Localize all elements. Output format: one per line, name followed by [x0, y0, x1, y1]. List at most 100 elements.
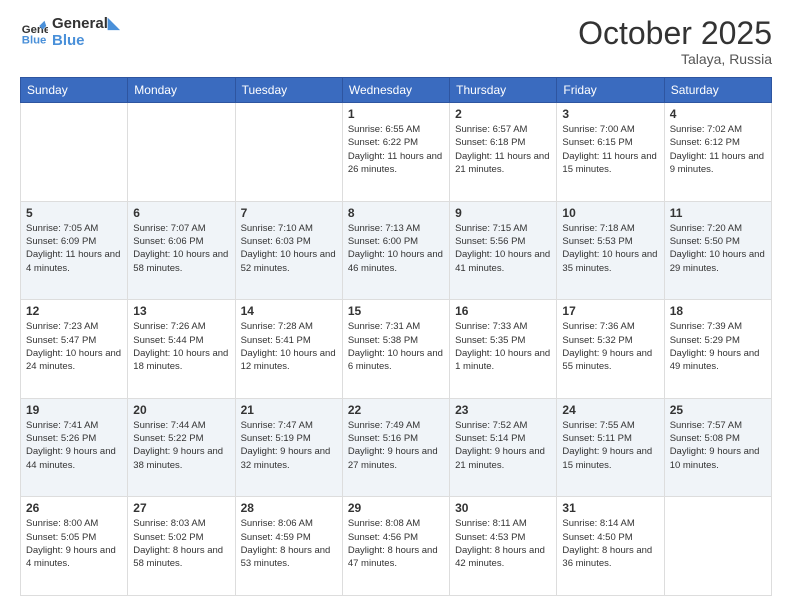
day-info: Sunrise: 8:00 AMSunset: 5:05 PMDaylight:…	[26, 517, 122, 570]
day-number: 10	[562, 206, 658, 220]
day-number: 25	[670, 403, 766, 417]
calendar-cell: 8 Sunrise: 7:13 AMSunset: 6:00 PMDaylight…	[342, 201, 449, 300]
day-number: 5	[26, 206, 122, 220]
day-number: 16	[455, 304, 551, 318]
day-info: Sunrise: 7:10 AMSunset: 6:03 PMDaylight:…	[241, 222, 337, 275]
day-info: Sunrise: 7:26 AMSunset: 5:44 PMDaylight:…	[133, 320, 229, 373]
calendar-cell	[21, 103, 128, 202]
calendar-cell: 4Sunrise: 7:02 AMSunset: 6:12 PMDaylight…	[664, 103, 771, 202]
day-number: 7	[241, 206, 337, 220]
calendar-cell: 12 Sunrise: 7:23 AMSunset: 5:47 PMDayligh…	[21, 300, 128, 399]
day-number: 22	[348, 403, 444, 417]
day-number: 2	[455, 107, 551, 121]
day-number: 24	[562, 403, 658, 417]
day-number: 26	[26, 501, 122, 515]
month-title: October 2025	[578, 16, 772, 51]
day-info: Sunrise: 7:52 AMSunset: 5:14 PMDaylight:…	[455, 419, 551, 472]
calendar-cell: 2 Sunrise: 6:57 AMSunset: 6:18 PMDaylight…	[450, 103, 557, 202]
day-info: Sunrise: 8:06 AMSunset: 4:59 PMDaylight:…	[241, 517, 337, 570]
day-number: 8	[348, 206, 444, 220]
weekday-header-row: SundayMondayTuesdayWednesdayThursdayFrid…	[21, 78, 772, 103]
day-info: Sunrise: 7:44 AMSunset: 5:22 PMDaylight:…	[133, 419, 229, 472]
day-info: Sunrise: 7:49 AMSunset: 5:16 PMDaylight:…	[348, 419, 444, 472]
calendar-page: General Blue General◣ Blue October 2025 …	[0, 0, 792, 612]
title-block: October 2025 Talaya, Russia	[578, 16, 772, 67]
weekday-header-monday: Monday	[128, 78, 235, 103]
day-info: Sunrise: 6:57 AMSunset: 6:18 PMDaylight:…	[455, 123, 551, 176]
weekday-header-friday: Friday	[557, 78, 664, 103]
calendar-cell: 7 Sunrise: 7:10 AMSunset: 6:03 PMDaylight…	[235, 201, 342, 300]
calendar-cell: 23Sunrise: 7:52 AMSunset: 5:14 PMDayligh…	[450, 398, 557, 497]
calendar-cell	[664, 497, 771, 596]
calendar-cell: 25Sunrise: 7:57 AMSunset: 5:08 PMDayligh…	[664, 398, 771, 497]
calendar-cell: 21 Sunrise: 7:47 AMSunset: 5:19 PMDayligh…	[235, 398, 342, 497]
calendar-cell: 31 Sunrise: 8:14 AMSunset: 4:50 PMDayligh…	[557, 497, 664, 596]
calendar-cell: 13Sunrise: 7:26 AMSunset: 5:44 PMDayligh…	[128, 300, 235, 399]
calendar-cell: 9 Sunrise: 7:15 AMSunset: 5:56 PMDaylight…	[450, 201, 557, 300]
day-number: 18	[670, 304, 766, 318]
day-info: Sunrise: 7:18 AMSunset: 5:53 PMDaylight:…	[562, 222, 658, 275]
day-info: Sunrise: 7:15 AMSunset: 5:56 PMDaylight:…	[455, 222, 551, 275]
day-info: Sunrise: 7:23 AMSunset: 5:47 PMDaylight:…	[26, 320, 122, 373]
calendar-cell: 3 Sunrise: 7:00 AMSunset: 6:15 PMDaylight…	[557, 103, 664, 202]
calendar-cell: 29 Sunrise: 8:08 AMSunset: 4:56 PMDayligh…	[342, 497, 449, 596]
calendar-cell: 30 Sunrise: 8:11 AMSunset: 4:53 PMDayligh…	[450, 497, 557, 596]
calendar-cell: 10 Sunrise: 7:18 AMSunset: 5:53 PMDayligh…	[557, 201, 664, 300]
week-row-1: 1Sunrise: 6:55 AMSunset: 6:22 PMDaylight…	[21, 103, 772, 202]
day-info: Sunrise: 7:05 AMSunset: 6:09 PMDaylight:…	[26, 222, 122, 275]
day-number: 11	[670, 206, 766, 220]
day-number: 15	[348, 304, 444, 318]
day-info: Sunrise: 8:11 AMSunset: 4:53 PMDaylight:…	[455, 517, 551, 570]
day-number: 20	[133, 403, 229, 417]
calendar-cell: 17Sunrise: 7:36 AMSunset: 5:32 PMDayligh…	[557, 300, 664, 399]
day-number: 12	[26, 304, 122, 318]
logo-icon: General Blue	[20, 19, 48, 47]
calendar-table: SundayMondayTuesdayWednesdayThursdayFrid…	[20, 77, 772, 596]
logo-text: General◣ Blue	[52, 16, 119, 49]
calendar-cell: 16 Sunrise: 7:33 AMSunset: 5:35 PMDayligh…	[450, 300, 557, 399]
calendar-cell: 19 Sunrise: 7:41 AMSunset: 5:26 PMDayligh…	[21, 398, 128, 497]
calendar-cell: 6Sunrise: 7:07 AMSunset: 6:06 PMDaylight…	[128, 201, 235, 300]
day-info: Sunrise: 7:31 AMSunset: 5:38 PMDaylight:…	[348, 320, 444, 373]
calendar-cell: 22 Sunrise: 7:49 AMSunset: 5:16 PMDayligh…	[342, 398, 449, 497]
calendar-cell	[128, 103, 235, 202]
calendar-cell: 5 Sunrise: 7:05 AMSunset: 6:09 PMDaylight…	[21, 201, 128, 300]
day-info: Sunrise: 7:41 AMSunset: 5:26 PMDaylight:…	[26, 419, 122, 472]
day-number: 29	[348, 501, 444, 515]
week-row-2: 5 Sunrise: 7:05 AMSunset: 6:09 PMDaylight…	[21, 201, 772, 300]
weekday-header-wednesday: Wednesday	[342, 78, 449, 103]
day-info: Sunrise: 7:33 AMSunset: 5:35 PMDaylight:…	[455, 320, 551, 373]
day-number: 3	[562, 107, 658, 121]
calendar-cell	[235, 103, 342, 202]
calendar-cell: 15 Sunrise: 7:31 AMSunset: 5:38 PMDayligh…	[342, 300, 449, 399]
day-number: 9	[455, 206, 551, 220]
day-number: 17	[562, 304, 658, 318]
calendar-cell: 11 Sunrise: 7:20 AMSunset: 5:50 PMDayligh…	[664, 201, 771, 300]
day-number: 14	[241, 304, 337, 318]
day-number: 19	[26, 403, 122, 417]
calendar-cell: 1Sunrise: 6:55 AMSunset: 6:22 PMDaylight…	[342, 103, 449, 202]
calendar-cell: 14Sunrise: 7:28 AMSunset: 5:41 PMDayligh…	[235, 300, 342, 399]
day-number: 1	[348, 107, 444, 121]
day-info: Sunrise: 7:02 AMSunset: 6:12 PMDaylight:…	[670, 123, 766, 176]
day-info: Sunrise: 7:00 AMSunset: 6:15 PMDaylight:…	[562, 123, 658, 176]
day-number: 21	[241, 403, 337, 417]
day-info: Sunrise: 7:47 AMSunset: 5:19 PMDaylight:…	[241, 419, 337, 472]
day-number: 27	[133, 501, 229, 515]
day-info: Sunrise: 7:20 AMSunset: 5:50 PMDaylight:…	[670, 222, 766, 275]
logo: General Blue General◣ Blue	[20, 16, 119, 49]
calendar-cell: 18 Sunrise: 7:39 AMSunset: 5:29 PMDayligh…	[664, 300, 771, 399]
day-info: Sunrise: 7:39 AMSunset: 5:29 PMDaylight:…	[670, 320, 766, 373]
weekday-header-thursday: Thursday	[450, 78, 557, 103]
svg-text:Blue: Blue	[22, 34, 47, 46]
week-row-5: 26 Sunrise: 8:00 AMSunset: 5:05 PMDayligh…	[21, 497, 772, 596]
day-number: 30	[455, 501, 551, 515]
week-row-4: 19 Sunrise: 7:41 AMSunset: 5:26 PMDayligh…	[21, 398, 772, 497]
day-info: Sunrise: 7:13 AMSunset: 6:00 PMDaylight:…	[348, 222, 444, 275]
day-info: Sunrise: 8:08 AMSunset: 4:56 PMDaylight:…	[348, 517, 444, 570]
day-info: Sunrise: 8:03 AMSunset: 5:02 PMDaylight:…	[133, 517, 229, 570]
day-info: Sunrise: 8:14 AMSunset: 4:50 PMDaylight:…	[562, 517, 658, 570]
weekday-header-sunday: Sunday	[21, 78, 128, 103]
day-number: 31	[562, 501, 658, 515]
weekday-header-saturday: Saturday	[664, 78, 771, 103]
